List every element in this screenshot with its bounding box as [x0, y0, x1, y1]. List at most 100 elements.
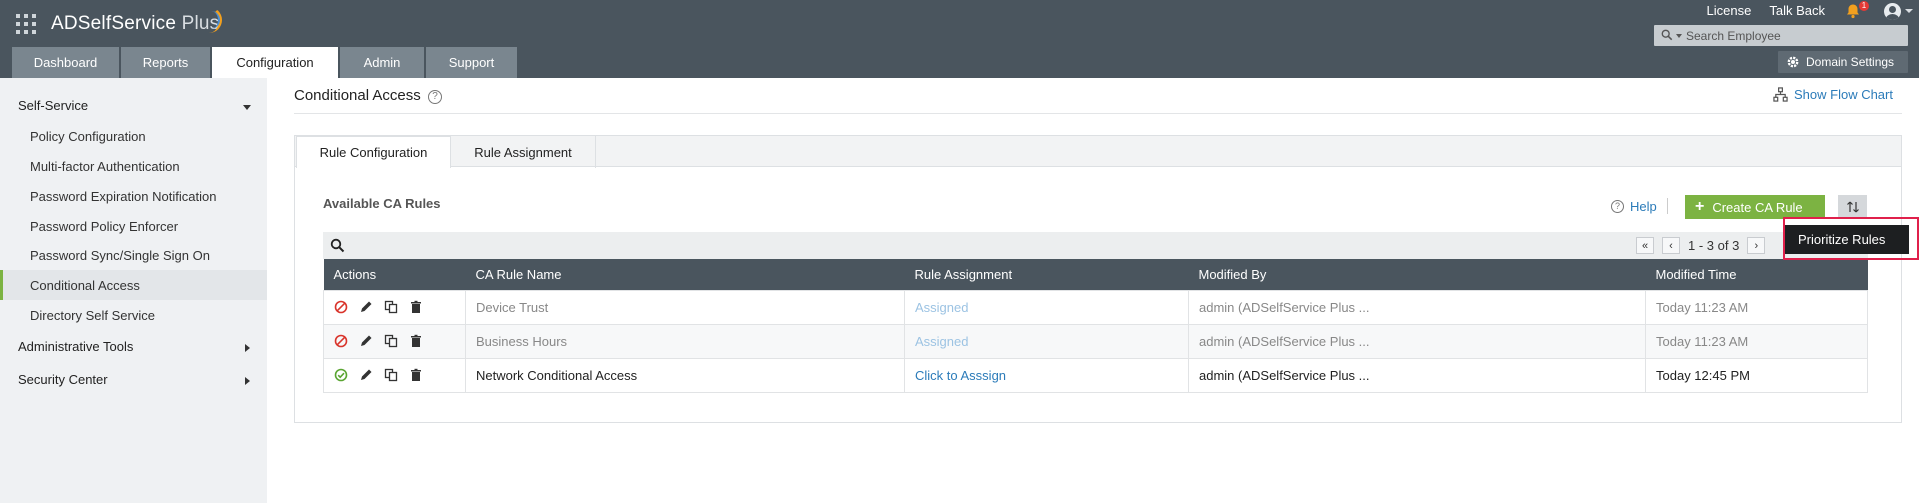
modified-by: admin (ADSelfService Plus ...	[1188, 323, 1646, 359]
license-link[interactable]: License	[1707, 3, 1752, 18]
sidebar-section-administrative-tools[interactable]: Administrative Tools	[18, 339, 133, 354]
sidebar-item-password-sync[interactable]: Password Sync/Single Sign On	[0, 240, 267, 270]
help-label: Help	[1630, 199, 1657, 214]
rule-assignment-link[interactable]: Click to Asssign	[904, 357, 1189, 393]
sidebar-section-security-center[interactable]: Security Center	[18, 372, 108, 387]
tab-rule-assignment[interactable]: Rule Assignment	[451, 136, 596, 168]
next-page-button[interactable]: ›	[1747, 237, 1766, 254]
domain-settings-label: Domain Settings	[1806, 55, 1895, 69]
copy-icon[interactable]	[384, 334, 398, 348]
table-row: Device Trust Assigned admin (ADSelfServi…	[323, 289, 1868, 325]
rule-assignment-link[interactable]: Assigned	[904, 289, 1189, 325]
chevron-right-icon[interactable]	[245, 344, 250, 352]
edit-icon[interactable]	[359, 334, 373, 348]
trash-icon[interactable]	[409, 300, 423, 314]
search-caret-icon[interactable]	[1676, 34, 1682, 38]
column-header-rule-name[interactable]: CA Rule Name	[465, 259, 905, 290]
sidebar-item-password-expiration[interactable]: Password Expiration Notification	[0, 181, 267, 211]
help-link[interactable]: ? Help	[1611, 199, 1657, 214]
rule-name: Network Conditional Access	[465, 357, 905, 393]
tab-rule-configuration[interactable]: Rule Configuration	[296, 136, 451, 168]
show-flow-chart-link[interactable]: Show Flow Chart	[1773, 87, 1893, 102]
sidebar: Self-Service Policy Configuration Multi-…	[0, 78, 267, 503]
tab-admin[interactable]: Admin	[340, 47, 424, 78]
modified-time: Today 11:23 AM	[1645, 289, 1868, 325]
trash-icon[interactable]	[409, 368, 423, 382]
grid-toolbar: « ‹ 1 - 3 of 3 ›	[323, 232, 1868, 259]
column-header-modified-time[interactable]: Modified Time	[1645, 259, 1868, 290]
plus-icon: +	[1695, 198, 1705, 215]
product-logo[interactable]: ADSelfService Plus	[51, 13, 219, 35]
employee-search-box	[1654, 25, 1908, 46]
gear-icon	[1787, 56, 1799, 68]
pagination: « ‹ 1 - 3 of 3 ›	[1636, 237, 1766, 254]
table-row: Business Hours Assigned admin (ADSelfSer…	[323, 323, 1868, 359]
top-header: ADSelfService Plus License Talk Back 1 D…	[0, 0, 1919, 78]
ca-rules-table: Actions CA Rule Name Rule Assignment Mod…	[323, 259, 1868, 393]
row-actions	[323, 323, 466, 359]
create-ca-rule-label: Create CA Rule	[1712, 199, 1803, 215]
column-header-actions: Actions	[323, 259, 466, 290]
user-avatar-icon[interactable]	[1884, 3, 1901, 20]
table-row: Network Conditional Access Click to Asss…	[323, 357, 1868, 393]
notification-badge: 1	[1859, 1, 1869, 11]
sidebar-item-mfa[interactable]: Multi-factor Authentication	[0, 151, 267, 181]
disabled-status-icon[interactable]	[334, 300, 348, 314]
trash-icon[interactable]	[409, 334, 423, 348]
table-header-row: Actions CA Rule Name Rule Assignment Mod…	[323, 259, 1868, 290]
flow-chart-label: Show Flow Chart	[1794, 87, 1893, 102]
prioritize-rules-button[interactable]	[1838, 195, 1867, 219]
rule-assignment-link[interactable]: Assigned	[904, 323, 1189, 359]
domain-settings-button[interactable]: Domain Settings	[1778, 51, 1908, 73]
title-divider	[294, 113, 1902, 114]
page-title: Conditional Access	[294, 87, 421, 104]
sort-arrows-icon	[1846, 201, 1859, 213]
modified-by: admin (ADSelfService Plus ...	[1188, 357, 1646, 393]
toolbar-separator	[1667, 198, 1668, 214]
modified-time: Today 11:23 AM	[1645, 323, 1868, 359]
disabled-status-icon[interactable]	[334, 334, 348, 348]
tab-reports[interactable]: Reports	[121, 47, 210, 78]
tab-support[interactable]: Support	[426, 47, 517, 78]
sidebar-section-self-service[interactable]: Self-Service	[18, 98, 88, 113]
sidebar-item-conditional-access[interactable]: Conditional Access	[0, 270, 267, 300]
prev-page-button[interactable]: ‹	[1662, 237, 1680, 254]
page-info: 1 - 3 of 3	[1688, 238, 1740, 253]
app-grid-icon[interactable]	[16, 14, 36, 34]
column-header-rule-assignment[interactable]: Rule Assignment	[904, 259, 1189, 290]
create-ca-rule-button[interactable]: + Create CA Rule	[1685, 195, 1825, 219]
first-page-button[interactable]: «	[1636, 237, 1654, 254]
sidebar-item-directory-self-service[interactable]: Directory Self Service	[0, 300, 267, 330]
prioritize-rules-tooltip: Prioritize Rules	[1785, 225, 1909, 254]
row-actions	[323, 289, 466, 325]
brand-name: ADSelfService	[51, 13, 177, 34]
copy-icon[interactable]	[384, 300, 398, 314]
rules-panel: Rule Configuration Rule Assignment Avail…	[294, 135, 1902, 423]
sidebar-item-password-policy-enforcer[interactable]: Password Policy Enforcer	[0, 211, 267, 241]
search-icon[interactable]	[1661, 29, 1673, 41]
flow-chart-icon	[1773, 87, 1788, 102]
copy-icon[interactable]	[384, 368, 398, 382]
talkback-link[interactable]: Talk Back	[1769, 3, 1825, 18]
chevron-down-icon[interactable]	[243, 105, 251, 110]
main-nav-tabs: Dashboard Reports Configuration Admin Su…	[12, 47, 517, 78]
row-actions	[323, 357, 466, 393]
help-icon: ?	[1611, 200, 1624, 213]
modified-time: Today 12:45 PM	[1645, 357, 1868, 393]
rule-name: Business Hours	[465, 323, 905, 359]
column-header-modified-by[interactable]: Modified By	[1188, 259, 1646, 290]
chevron-down-icon[interactable]	[1905, 9, 1913, 13]
enabled-status-icon[interactable]	[334, 368, 348, 382]
chevron-right-icon[interactable]	[245, 377, 250, 385]
search-icon[interactable]	[330, 238, 345, 253]
employee-search-input[interactable]	[1686, 27, 1901, 44]
panel-tabs: Rule Configuration Rule Assignment	[295, 136, 1901, 168]
tab-dashboard[interactable]: Dashboard	[12, 47, 119, 78]
modified-by: admin (ADSelfService Plus ...	[1188, 289, 1646, 325]
sidebar-item-policy-configuration[interactable]: Policy Configuration	[0, 121, 267, 151]
edit-icon[interactable]	[359, 300, 373, 314]
edit-icon[interactable]	[359, 368, 373, 382]
help-circle-icon[interactable]: ?	[428, 90, 442, 104]
section-title: Available CA Rules	[323, 196, 441, 211]
tab-configuration[interactable]: Configuration	[212, 47, 338, 78]
